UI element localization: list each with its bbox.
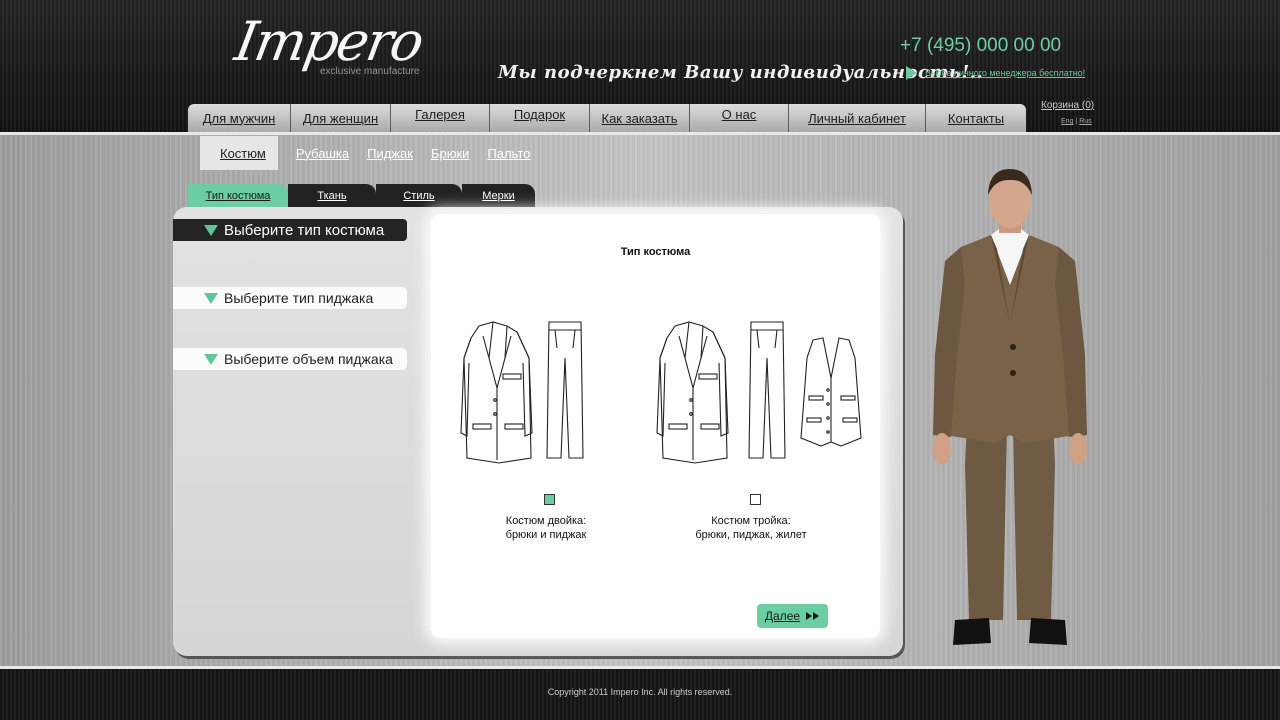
three-piece-suit-illustration[interactable] [655,318,875,468]
nav-item-women[interactable]: Для женщин [291,104,391,132]
lang-eng[interactable]: Eng [1061,118,1073,125]
site-footer: Copyright 2011 Impero Inc. All rights re… [0,666,1280,720]
triangle-down-icon [204,292,218,304]
two-piece-checkbox[interactable] [544,494,555,505]
tab-suit-type[interactable]: Тип костюма [188,184,288,208]
nav-item-account[interactable]: Личный кабинет [789,104,926,132]
two-piece-suit-illustration[interactable] [459,318,599,468]
two-piece-caption: Костюм двойка: брюки и пиджак [505,515,587,541]
section-jacket-volume-label: Выберите объем пиджака [224,351,393,367]
nav-item-gallery[interactable]: Галерея [391,104,490,132]
site-header: Impero exclusive manufacture Мы подчеркн… [0,0,1280,132]
cart-link[interactable]: Корзина (0) [1041,100,1094,111]
three-piece-checkbox[interactable] [750,494,761,505]
double-arrow-icon [806,612,820,620]
manager-link[interactable]: Вызов личного менеджера бесплатно! [925,68,1085,78]
phone-number: +7 (495) 000 00 00 [900,35,1062,56]
tab-measurements[interactable]: Мерки [462,184,535,208]
nav-item-how-to-order[interactable]: Как заказать [590,104,690,132]
language-switcher: Eng | Rus [1061,118,1092,125]
subnav-item-trousers[interactable]: Брюки [431,146,469,161]
section-suit-type[interactable]: Выберите тип костюма [173,219,407,241]
triangle-down-icon [204,224,218,236]
subnav-item-jacket[interactable]: Пиджак [367,146,413,161]
sub-nav: Костюм Рубашка Пиджак Брюки Пальто [200,136,548,170]
lang-rus[interactable]: Rus [1079,118,1091,125]
tab-fabric[interactable]: Ткань [288,184,376,208]
nav-item-men[interactable]: Для мужчин [188,104,291,132]
manager-callout: Вызов личного менеджера бесплатно! [906,66,1085,80]
section-jacket-volume[interactable]: Выберите объем пиджака [173,348,407,370]
logo[interactable]: Impero [230,10,426,73]
tab-style[interactable]: Стиль [376,184,462,208]
play-icon [906,66,917,80]
triangle-down-icon [204,353,218,365]
three-piece-caption: Костюм тройка: брюки, пиджак, жилет [695,515,807,541]
next-button[interactable]: Далее [757,604,828,628]
nav-item-gift[interactable]: Подарок [490,104,590,132]
subnav-item-shirt[interactable]: Рубашка [296,146,349,161]
main-nav: Для мужчин Для женщин Галерея Подарок Ка… [188,104,1026,132]
lang-separator: | [1075,118,1078,125]
suit-type-content: Тип костюма Костюм двойка: брюки и пиджа… [431,214,880,638]
subnav-item-coat[interactable]: Пальто [487,146,530,161]
nav-item-contacts[interactable]: Контакты [926,104,1026,132]
subnav-item-suit[interactable]: Костюм [200,136,278,170]
suit-model-preview [933,169,1087,645]
section-jacket-type[interactable]: Выберите тип пиджака [173,287,407,309]
content-title: Тип костюма [620,246,691,258]
config-tabs: Тип костюма Ткань Стиль Мерки [188,184,535,208]
logo-tagline: exclusive manufacture [320,66,420,77]
copyright: Copyright 2011 Impero Inc. All rights re… [547,687,733,697]
section-jacket-type-label: Выберите тип пиджака [224,290,374,306]
nav-item-about[interactable]: О нас [690,104,789,132]
section-suit-type-label: Выберите тип костюма [224,221,385,239]
next-button-label: Далее [764,609,801,623]
